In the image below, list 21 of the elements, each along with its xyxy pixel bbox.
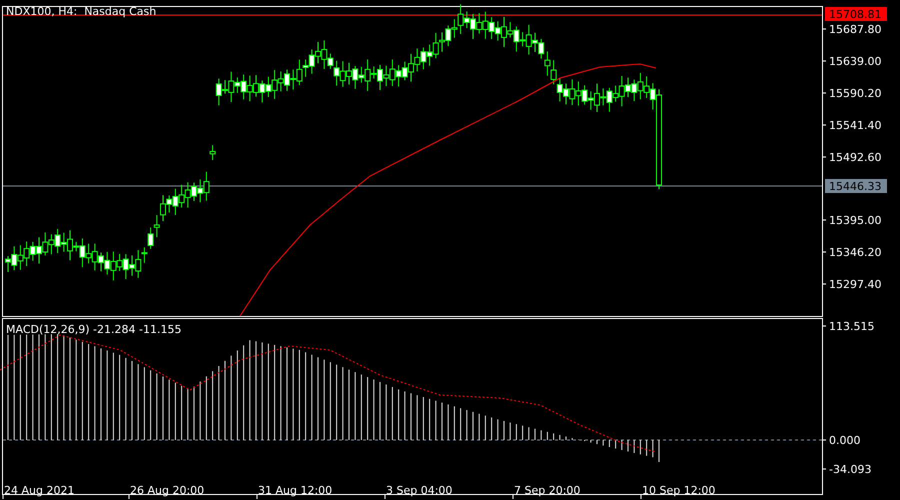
price-tag-label: 15708.81 (829, 8, 882, 21)
chart-title: NDX100, H4: Nasdaq Cash (6, 5, 156, 18)
indicator-axis-label: -34.093 (829, 463, 872, 476)
time-label: 26 Aug 20:00 (130, 484, 204, 497)
price-label: 15639.00 (829, 55, 882, 68)
indicator-axis-label: 0.000 (829, 434, 860, 447)
price-label: 15297.40 (829, 278, 882, 291)
price-label: 15492.60 (829, 151, 882, 164)
indicator-axis-label: 113.515 (829, 320, 874, 333)
price-label: 15541.40 (829, 119, 882, 132)
time-label: 10 Sep 12:00 (642, 484, 716, 497)
time-label: 3 Sep 04:00 (386, 484, 452, 497)
time-label: 7 Sep 20:00 (514, 484, 580, 497)
price-tag-label: 15446.33 (829, 180, 882, 193)
price-label: 15590.20 (829, 87, 882, 100)
time-label: 31 Aug 12:00 (258, 484, 332, 497)
price-label: 15346.20 (829, 246, 882, 259)
indicator-label: MACD(12,26,9) -21.284 -11.155 (6, 323, 182, 336)
price-label: 15687.80 (829, 23, 882, 36)
price-label: 15395.00 (829, 214, 882, 227)
time-label: 24 Aug 2021 (4, 484, 74, 497)
